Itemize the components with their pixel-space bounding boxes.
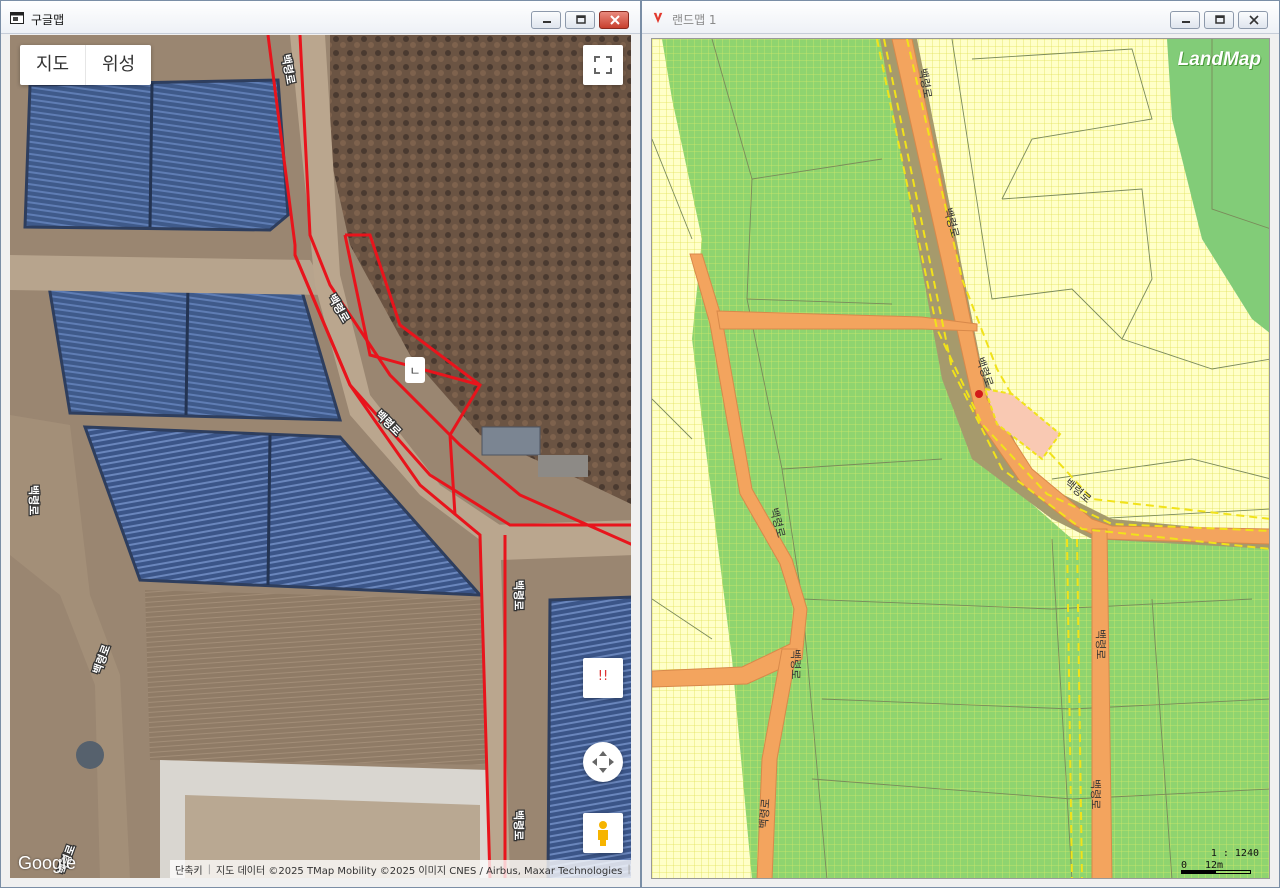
location-marker	[975, 390, 983, 398]
parcel-marker-label: ㄴ	[409, 364, 420, 378]
road-label: 백령로	[512, 810, 526, 840]
road-label: 백령로	[757, 798, 773, 829]
landmap-app-icon	[653, 12, 663, 24]
road-label: 백령로	[1094, 629, 1107, 659]
window-title: 구글맵	[31, 13, 65, 27]
road-label: 백령로	[27, 485, 41, 515]
minimize-button[interactable]	[1170, 11, 1200, 29]
shortcuts-link[interactable]: 단축키	[170, 862, 208, 877]
google-logo: Google	[18, 853, 77, 873]
google-map-view[interactable]: 백령로 백령로 백령로 백령로 백령로 백령로 백령로 백령로 ㄴ 지도 위성 …	[10, 35, 631, 878]
app-icon	[10, 12, 24, 24]
google-map-window: 구글맵 백령로 백령로 백령로 백령로 백령로 백령로 백령로 백령로 ㄴ 지도…	[0, 0, 641, 888]
satellite-imagery[interactable]: 백령로 백령로 백령로 백령로 백령로 백령로 백령로 백령로 ㄴ	[10, 35, 631, 878]
fullscreen-button[interactable]	[583, 45, 623, 85]
minimize-button[interactable]	[531, 11, 561, 29]
title-bar[interactable]: 랜드맵 1	[642, 1, 1279, 34]
street-view-pegman-button[interactable]	[583, 813, 623, 853]
error-indicator-button[interactable]: !!	[583, 658, 623, 698]
road-label: 백령로	[512, 580, 526, 610]
title-bar[interactable]: 구글맵	[1, 1, 640, 34]
road-label: 백령로	[789, 649, 802, 679]
camera-control-button[interactable]	[583, 742, 623, 782]
map-type-control: 지도 위성	[20, 45, 152, 85]
close-button[interactable]	[599, 11, 629, 29]
pegman-icon	[598, 821, 608, 846]
landmap-logo: LandMap	[1177, 49, 1261, 70]
move-arrows-icon	[592, 751, 614, 773]
scale-bar-line	[1181, 870, 1251, 874]
map-attribution: 단축키 | 지도 데이터 ©2025 TMap Mobility ©2025 이…	[170, 860, 631, 878]
road-label: 백령로	[1089, 779, 1102, 809]
land-parcel-map[interactable]: 백령로 백령로 백령로 백령로 백령로 백령로 백령로 백령로 백령로	[652, 39, 1270, 879]
fullscreen-icon	[594, 56, 612, 74]
window-title: 랜드맵 1	[672, 13, 717, 27]
map-type-map-button[interactable]: 지도	[20, 45, 85, 85]
maximize-button[interactable]	[565, 11, 595, 29]
error-badge: !!	[597, 669, 609, 684]
map-type-satellite-button[interactable]: 위성	[85, 45, 151, 85]
scale-ratio: 1 : 1240	[1210, 848, 1259, 859]
landmap-view[interactable]: 백령로 백령로 백령로 백령로 백령로 백령로 백령로 백령로 백령로 Land…	[651, 38, 1270, 879]
map-data-text: 지도 데이터 ©2025 TMap Mobility ©2025 이미지 CNE…	[215, 865, 623, 877]
scale-bar: 1 : 1240 0 12m	[1181, 848, 1261, 876]
landmap-window: 랜드맵 1 백령로 백령로 백령로 백령로 백령로 백령로 백령로 백령로 백령…	[641, 0, 1280, 888]
maximize-button[interactable]	[1204, 11, 1234, 29]
close-button[interactable]	[1238, 11, 1268, 29]
